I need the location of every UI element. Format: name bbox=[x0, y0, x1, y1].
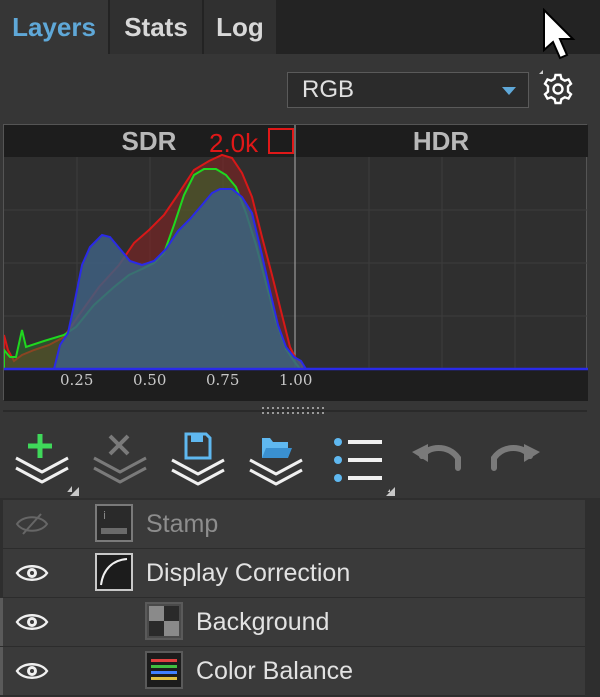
histogram-count-label: 2.0k bbox=[209, 128, 259, 158]
open-layer-icon[interactable] bbox=[244, 428, 308, 492]
x-tick-label: 0.50 bbox=[133, 371, 167, 389]
histogram-panel: SDR HDR 2.0k 0.25 0.50 0.75 1.00 bbox=[3, 124, 588, 401]
histogram-graph bbox=[4, 125, 588, 401]
hdr-label: HDR bbox=[412, 126, 470, 156]
layer-name: Color Balance bbox=[196, 657, 354, 685]
tab-log[interactable]: Log bbox=[204, 0, 278, 54]
chevron-down-icon bbox=[502, 87, 516, 95]
x-tick-label: 1.00 bbox=[279, 371, 313, 389]
redo-icon[interactable] bbox=[482, 428, 546, 492]
svg-text:i: i bbox=[103, 509, 106, 522]
x-tick-label: 0.75 bbox=[206, 371, 240, 389]
layer-name: Display Correction bbox=[146, 559, 351, 587]
list-menu-dropdown-indicator bbox=[386, 487, 395, 496]
tab-stats[interactable]: Stats bbox=[110, 0, 204, 54]
add-layer-dropdown-indicator bbox=[70, 487, 79, 496]
eye-icon[interactable] bbox=[15, 610, 49, 634]
x-tick-label: 0.25 bbox=[60, 371, 94, 389]
layer-row-color-balance[interactable]: Color Balance bbox=[0, 647, 585, 696]
gear-icon[interactable] bbox=[537, 68, 579, 110]
eye-hidden-icon[interactable] bbox=[15, 512, 49, 536]
eye-icon[interactable] bbox=[15, 561, 49, 585]
group-indent-marker bbox=[0, 598, 3, 646]
channel-select[interactable]: RGB bbox=[287, 72, 529, 108]
add-layer-icon[interactable] bbox=[10, 428, 74, 492]
mouse-pointer-icon bbox=[543, 8, 576, 60]
stamp-thumbnail-icon: i bbox=[95, 504, 133, 542]
layer-name: Background bbox=[196, 608, 330, 636]
checker-thumbnail-icon bbox=[145, 602, 183, 640]
tab-bar: Layers Stats Log bbox=[0, 0, 600, 54]
splitter-grip-icon[interactable] bbox=[261, 406, 327, 416]
list-menu-icon[interactable] bbox=[326, 428, 390, 492]
color-balance-thumbnail-icon bbox=[145, 651, 183, 689]
curve-thumbnail-icon bbox=[95, 553, 133, 591]
layer-row-display-correction[interactable]: Display Correction bbox=[3, 549, 585, 598]
clipping-indicator[interactable] bbox=[268, 128, 294, 154]
layers-list: i Stamp Display Correction Background Co… bbox=[0, 498, 600, 697]
layer-name: Stamp bbox=[146, 510, 219, 538]
undo-icon[interactable] bbox=[406, 428, 470, 492]
save-layer-icon[interactable] bbox=[166, 428, 230, 492]
eye-icon[interactable] bbox=[15, 659, 49, 683]
delete-layer-icon[interactable] bbox=[88, 428, 152, 492]
layer-row-background[interactable]: Background bbox=[0, 598, 585, 647]
group-indent-marker bbox=[0, 647, 3, 695]
tab-layers[interactable]: Layers bbox=[0, 0, 110, 54]
layer-row-stamp[interactable]: i Stamp bbox=[3, 500, 585, 549]
channel-select-value: RGB bbox=[302, 76, 355, 103]
